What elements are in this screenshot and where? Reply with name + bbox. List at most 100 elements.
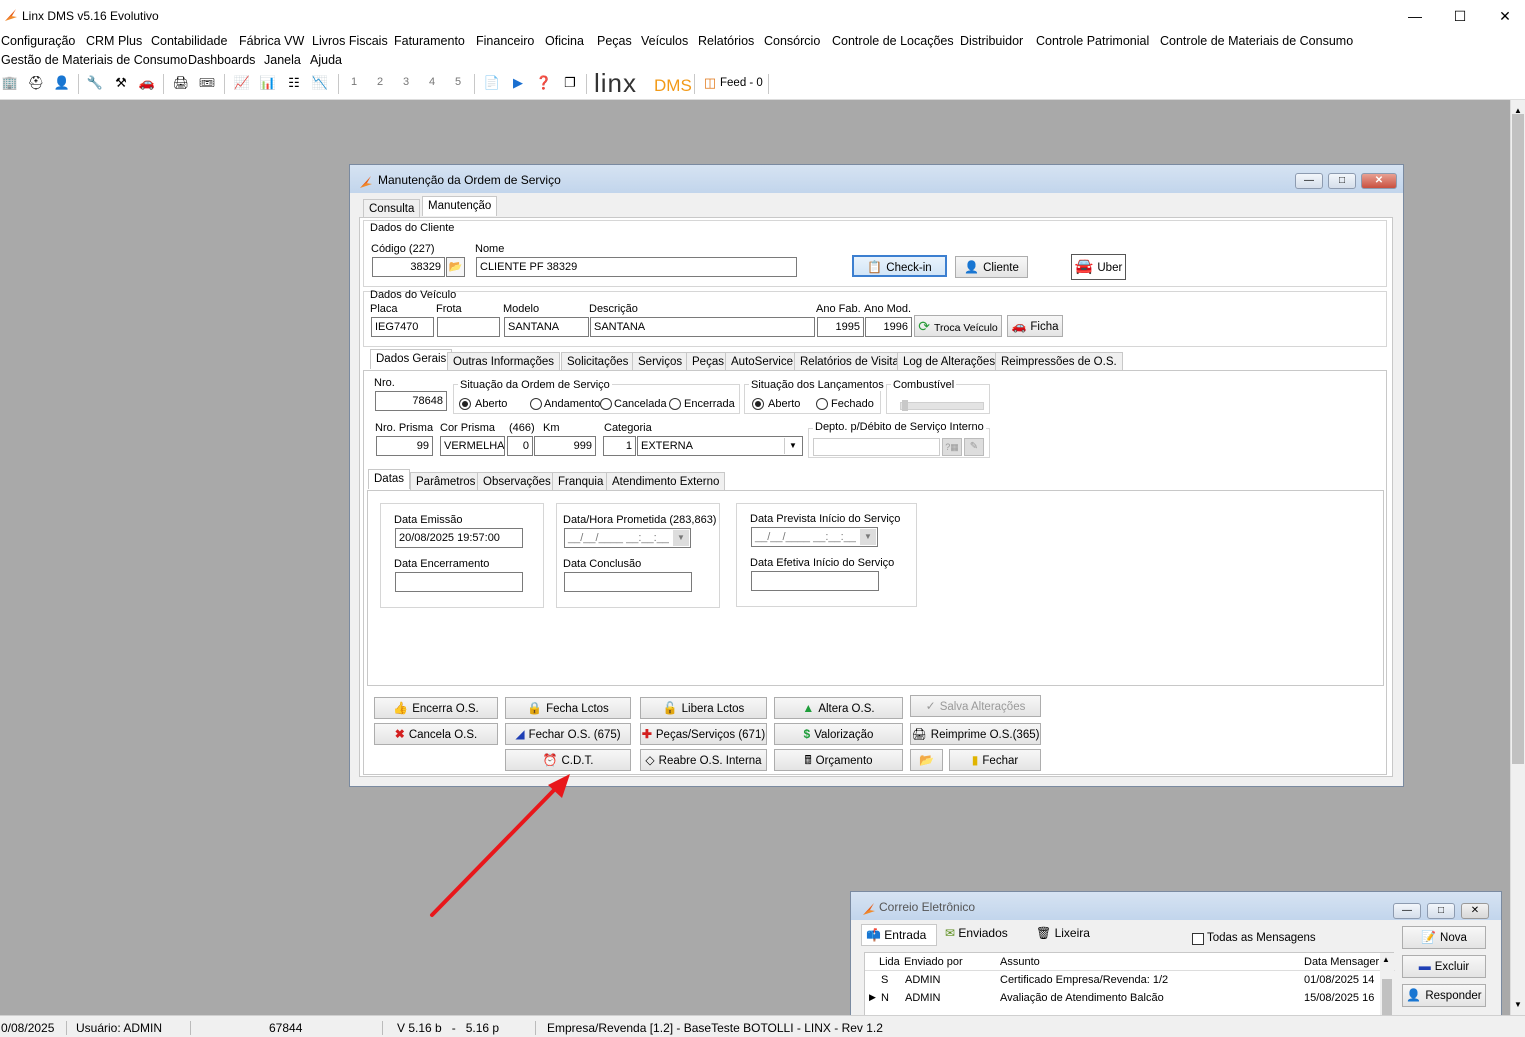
descricao-field[interactable]: SANTANA bbox=[590, 317, 815, 337]
car-icon[interactable]: 🚗 bbox=[137, 73, 157, 93]
cor-prisma-field[interactable]: VERMELHA bbox=[440, 436, 505, 456]
lanc-aberto-radio[interactable] bbox=[752, 398, 764, 410]
todas-mensagens-checkbox[interactable] bbox=[1192, 933, 1204, 945]
mail-tab-entrada[interactable]: 📫 Entrada bbox=[861, 924, 937, 946]
menu-controle-materiais[interactable]: Controle de Materiais de Consumo bbox=[1160, 34, 1353, 48]
datetab-atendimento-externo[interactable]: Atendimento Externo bbox=[606, 472, 726, 490]
nro-field[interactable]: 78648 bbox=[375, 391, 447, 411]
tab-manutencao[interactable]: Manutenção bbox=[422, 196, 498, 216]
hierarchy-icon[interactable]: ☷ bbox=[284, 73, 304, 93]
situacao-cancelada-radio[interactable] bbox=[600, 398, 612, 410]
ticket-icon[interactable]: 🎟 bbox=[197, 73, 217, 93]
categoria-select[interactable]: EXTERNA bbox=[637, 436, 803, 456]
os-minimize-button[interactable]: — bbox=[1295, 173, 1323, 189]
lanc-fechado-radio[interactable] bbox=[816, 398, 828, 410]
chevron-down-icon[interactable]: ▼ bbox=[784, 438, 801, 454]
col-enviado-por[interactable]: Enviado por bbox=[904, 956, 963, 968]
mail-tab-enviados[interactable]: ✉ Enviados bbox=[945, 926, 1008, 940]
situacao-encerrada-radio[interactable] bbox=[669, 398, 681, 410]
building-icon[interactable]: 🏢 bbox=[0, 73, 20, 93]
datetab-observacoes[interactable]: Observações bbox=[477, 472, 557, 490]
subtab-reimpressoes[interactable]: Reimpressões de O.S. bbox=[995, 352, 1123, 370]
mail-grid-scrollbar[interactable]: ▲ bbox=[1380, 953, 1394, 1020]
encerramento-field[interactable] bbox=[395, 572, 523, 592]
datetab-parametros[interactable]: Parâmetros bbox=[410, 472, 482, 490]
nova-button[interactable]: 📝 Nova bbox=[1402, 926, 1486, 949]
table-row[interactable]: ▶ N ADMIN Avaliação de Atendimento Balcã… bbox=[865, 990, 1380, 1008]
rss-feed-icon[interactable]: ◫ bbox=[700, 73, 720, 93]
subtab-outras-informacoes[interactable]: Outras Informações bbox=[447, 352, 560, 370]
scroll-thumb[interactable] bbox=[1512, 114, 1524, 764]
subtab-log-alteracoes[interactable]: Log de Alterações bbox=[897, 352, 1002, 370]
subtab-solicitacoes[interactable]: Solicitações bbox=[561, 352, 635, 370]
subtab-servicos[interactable]: Serviços bbox=[632, 352, 689, 370]
window-number-1[interactable]: 1 bbox=[351, 76, 357, 88]
fechar-os-button[interactable]: ◢ Fechar O.S. (675) bbox=[505, 723, 631, 745]
scroll-up-icon[interactable]: ▲ bbox=[1382, 955, 1390, 964]
libera-lctos-button[interactable]: 🔓 Libera Lctos bbox=[640, 697, 767, 719]
edit-depto-icon[interactable]: ✎ bbox=[964, 438, 984, 456]
reabre-os-button[interactable]: ◇ Reabre O.S. Interna bbox=[640, 749, 767, 771]
fecha-lctos-button[interactable]: 🔒 Fecha Lctos bbox=[505, 697, 631, 719]
categoria-num-field[interactable]: 1 bbox=[603, 436, 636, 456]
maximize-button[interactable]: ☐ bbox=[1440, 4, 1480, 28]
mail-close-button[interactable]: ✕ bbox=[1461, 903, 1489, 919]
scroll-thumb[interactable] bbox=[1382, 979, 1392, 1019]
menu-contabilidade[interactable]: Contabilidade bbox=[151, 34, 227, 48]
codigo-field[interactable]: 38329 bbox=[372, 257, 445, 277]
pecas-servicos-button[interactable]: ✚ Peças/Serviços (671) bbox=[640, 723, 767, 745]
modelo-field[interactable]: SANTANA bbox=[504, 317, 589, 337]
menu-dashboards[interactable]: Dashboards bbox=[188, 53, 255, 67]
cancela-os-button[interactable]: ✖ Cancela O.S. bbox=[374, 723, 498, 745]
menu-veiculos[interactable]: Veículos bbox=[641, 34, 688, 48]
window-number-3[interactable]: 3 bbox=[403, 76, 409, 88]
minimize-button[interactable]: — bbox=[1395, 4, 1435, 28]
printer-icon[interactable]: 🖨 bbox=[171, 73, 191, 93]
conclusao-field[interactable] bbox=[564, 572, 692, 592]
encerra-os-button[interactable]: 👍 Encerra O.S. bbox=[374, 697, 498, 719]
cliente-button[interactable]: 👤 Cliente bbox=[955, 256, 1028, 278]
prevista-field[interactable]: __/__/____ __:__:__ bbox=[751, 527, 878, 547]
os-close-button[interactable]: ✕ bbox=[1361, 173, 1397, 189]
menu-controle-patrimonial[interactable]: Controle Patrimonial bbox=[1036, 34, 1149, 48]
subtab-autoservice[interactable]: AutoService bbox=[725, 352, 800, 370]
ano-mod-field[interactable]: 1996 bbox=[865, 317, 912, 337]
menu-financeiro[interactable]: Financeiro bbox=[476, 34, 534, 48]
responder-button[interactable]: 👤 Responder bbox=[1402, 984, 1486, 1007]
lookup-cliente-icon[interactable]: 📂 bbox=[446, 257, 465, 277]
os-maximize-button[interactable]: □ bbox=[1328, 173, 1356, 189]
placa-field[interactable]: IEG7470 bbox=[371, 317, 434, 337]
chevron-down-icon[interactable]: ▼ bbox=[673, 530, 689, 546]
table-row[interactable]: S ADMIN Certificado Empresa/Revenda: 1/2… bbox=[865, 972, 1380, 990]
window-number-2[interactable]: 2 bbox=[377, 76, 383, 88]
reimprime-os-button[interactable]: 🖨 Reimprime O.S.(365) bbox=[910, 723, 1041, 745]
menu-pecas[interactable]: Peças bbox=[597, 34, 632, 48]
mail-tab-lixeira[interactable]: 🗑 Lixeira bbox=[1036, 926, 1090, 940]
tools-icon[interactable]: 🔧 bbox=[85, 73, 105, 93]
report-icon[interactable]: 📉 bbox=[310, 73, 330, 93]
datetab-datas[interactable]: Datas bbox=[368, 469, 411, 489]
mail-maximize-button[interactable]: □ bbox=[1427, 903, 1455, 919]
emissao-field[interactable]: 20/08/2025 19:57:00 bbox=[395, 528, 523, 548]
datetab-franquia[interactable]: Franquia bbox=[552, 472, 610, 490]
help-icon[interactable]: ❓ bbox=[534, 73, 554, 93]
ficha-button[interactable]: 🚗 Ficha bbox=[1007, 315, 1063, 337]
menu-livros-fiscais[interactable]: Livros Fiscais bbox=[312, 34, 388, 48]
menu-gestao-materiais[interactable]: Gestão de Materiais de Consumo bbox=[1, 53, 187, 67]
col-assunto[interactable]: Assunto bbox=[1000, 956, 1040, 968]
play-icon[interactable]: ▶ bbox=[508, 73, 528, 93]
document-icon[interactable]: 📄 bbox=[482, 73, 502, 93]
valorizacao-button[interactable]: $ Valorização bbox=[774, 723, 903, 745]
menu-ajuda[interactable]: Ajuda bbox=[310, 53, 342, 67]
window-number-5[interactable]: 5 bbox=[455, 76, 461, 88]
menu-controle-locacoes[interactable]: Controle de Locações bbox=[832, 34, 954, 48]
situacao-andamento-radio[interactable] bbox=[530, 398, 542, 410]
menu-faturamento[interactable]: Faturamento bbox=[394, 34, 465, 48]
salva-alteracoes-button[interactable]: ✓ Salva Alterações bbox=[910, 695, 1041, 717]
person-icon[interactable]: 👤 bbox=[52, 73, 72, 93]
scroll-down-icon[interactable]: ▼ bbox=[1512, 1000, 1524, 1009]
nome-field[interactable]: CLIENTE PF 38329 bbox=[476, 257, 797, 277]
tab-consulta[interactable]: Consulta bbox=[363, 199, 421, 217]
situacao-aberto-radio[interactable] bbox=[459, 398, 471, 410]
helmet-icon[interactable]: ⛑ bbox=[26, 73, 46, 93]
